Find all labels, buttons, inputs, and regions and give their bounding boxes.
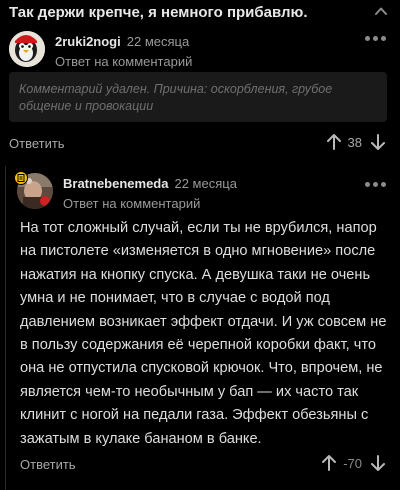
author-name[interactable]: Bratnebenemeda <box>63 176 168 191</box>
reply-to-label[interactable]: Ответ на комментарий <box>63 196 237 211</box>
avatar[interactable] <box>9 31 45 67</box>
document-badge-icon <box>14 171 28 185</box>
arrow-up-icon[interactable] <box>321 454 337 472</box>
comment-body: На тот сложный случай, если ты не врубил… <box>20 220 387 447</box>
comment-thread: Так держи крепче, я немного прибавлю. 2r… <box>0 0 400 490</box>
author-name[interactable]: 2ruki2nogi <box>55 34 121 49</box>
more-dots-icon[interactable] <box>365 36 387 42</box>
reply-to-label[interactable]: Ответ на комментарий <box>55 54 192 69</box>
rating-count: -70 <box>343 455 362 471</box>
arrow-down-icon[interactable] <box>370 133 386 151</box>
vote-controls: -70 <box>321 454 386 472</box>
comment-header: Bratnebenemeda 22 месяца Ответ на коммент… <box>17 173 237 211</box>
chevron-up-icon[interactable] <box>374 4 388 18</box>
rating-count: 38 <box>347 134 362 150</box>
comment-date[interactable]: 22 месяца <box>174 176 236 191</box>
comment-header: 2ruki2nogi 22 месяца Ответ на комментарий <box>9 31 192 69</box>
parent-comment-text: Так держи крепче, я немного прибавлю. <box>9 4 308 21</box>
arrow-down-icon[interactable] <box>370 454 386 472</box>
comment-date[interactable]: 22 месяца <box>127 34 189 49</box>
deleted-comment-notice: Комментарий удален. Причина: оскорбления… <box>9 72 387 122</box>
reply-button[interactable]: Ответить <box>20 457 76 472</box>
thread-guide-line[interactable] <box>5 166 6 490</box>
reply-button[interactable]: Ответить <box>9 136 65 151</box>
vote-controls: 38 <box>326 133 386 151</box>
comment-actions: Ответить <box>20 457 76 472</box>
more-dots-icon[interactable] <box>365 182 387 188</box>
arrow-up-icon[interactable] <box>326 133 342 151</box>
penguin-avatar-icon <box>9 31 45 67</box>
comment-actions: Ответить <box>9 136 65 151</box>
